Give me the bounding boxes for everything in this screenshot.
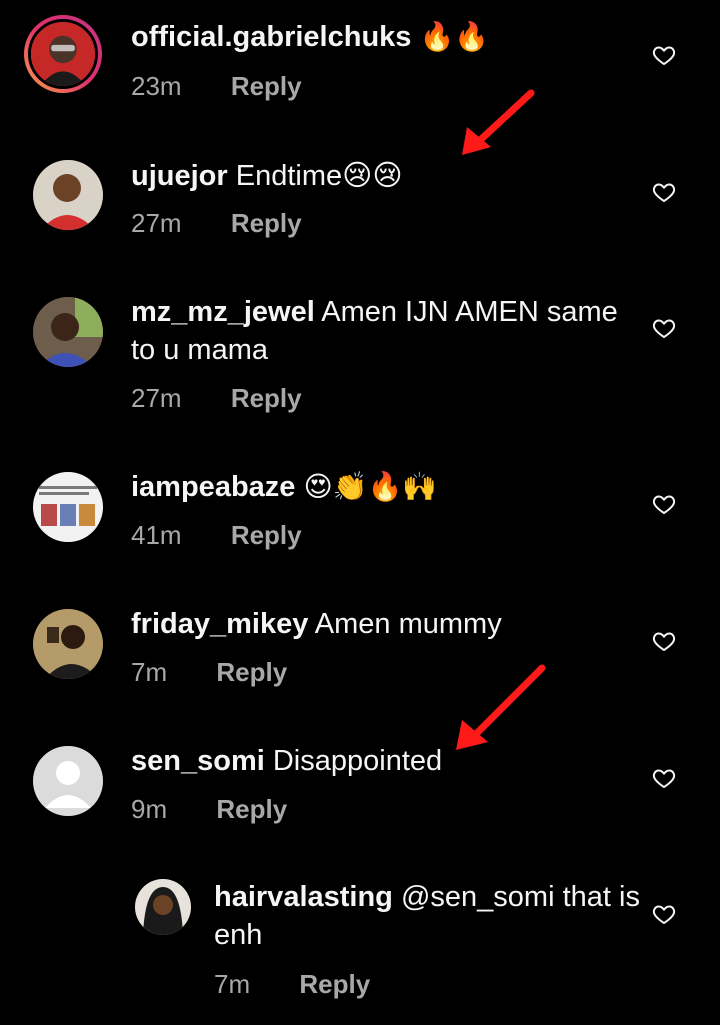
mention-link[interactable]: @sen_somi [401, 881, 555, 913]
comment-text: official.gabrielchuks 🔥🔥 [131, 18, 631, 56]
username-link[interactable]: ujuejor [131, 160, 228, 192]
comment-text: friday_mikey Amen mummy [131, 605, 631, 643]
username-link[interactable]: official.gabrielchuks [131, 21, 411, 53]
comment-meta: 41m Reply [131, 520, 302, 550]
reply-button[interactable]: Reply [231, 71, 302, 101]
comment-meta: 7m Reply [214, 969, 370, 999]
reply-button[interactable]: Reply [231, 208, 302, 238]
comment-body: Endtime😢😢 [235, 160, 403, 192]
username-link[interactable]: mz_mz_jewel [131, 296, 315, 328]
reply-button[interactable]: Reply [299, 969, 370, 999]
comment-body: 😍👏🔥🙌 [303, 471, 438, 502]
timestamp: 23m [131, 71, 182, 101]
heart-icon[interactable] [652, 902, 676, 926]
username-link[interactable]: hairvalasting [214, 881, 393, 913]
avatar[interactable] [33, 472, 103, 542]
red-arrow-icon [456, 664, 546, 750]
timestamp: 41m [131, 520, 182, 550]
comment-text: ujuejor Endtime😢😢 [131, 157, 631, 195]
heart-icon[interactable] [652, 316, 676, 340]
comment-meta: 23m Reply [131, 71, 302, 101]
comment-text: sen_somi Disappointed [131, 742, 631, 780]
comment-meta: 7m Reply [131, 657, 287, 687]
heart-icon[interactable] [652, 766, 676, 790]
comment-meta: 9m Reply [131, 794, 287, 824]
timestamp: 7m [131, 657, 168, 687]
timestamp: 7m [214, 969, 251, 999]
avatar[interactable] [33, 609, 103, 679]
avatar[interactable] [33, 297, 103, 367]
heart-icon[interactable] [652, 492, 676, 516]
heart-icon[interactable] [652, 43, 676, 67]
heart-icon[interactable] [652, 629, 676, 653]
reply-button[interactable]: Reply [231, 383, 302, 413]
reply-button[interactable]: Reply [216, 794, 287, 824]
heart-icon[interactable] [652, 180, 676, 204]
reply-button[interactable]: Reply [216, 657, 287, 687]
username-link[interactable]: iampeabaze [131, 471, 295, 503]
reply-button[interactable]: Reply [231, 520, 302, 550]
comment-body: Disappointed [272, 745, 443, 777]
comment-meta: 27m Reply [131, 383, 302, 413]
avatar[interactable] [24, 15, 102, 93]
timestamp: 27m [131, 383, 182, 413]
timestamp: 9m [131, 794, 168, 824]
red-arrow-icon [462, 89, 535, 155]
username-link[interactable]: sen_somi [131, 745, 265, 777]
avatar[interactable] [33, 160, 103, 230]
timestamp: 27m [131, 208, 182, 238]
comment-text: mz_mz_jewel Amen IJN AMEN same to u mama [131, 293, 631, 369]
comment-body: 🔥🔥 [419, 21, 490, 52]
comment-meta: 27m Reply [131, 208, 302, 238]
username-link[interactable]: friday_mikey [131, 608, 308, 640]
avatar[interactable] [33, 746, 103, 816]
comment-text: hairvalasting @sen_somi that is enh [214, 878, 644, 954]
comment-text: iampeabaze 😍👏🔥🙌 [131, 468, 631, 506]
comment-body: Amen mummy [314, 608, 502, 640]
avatar[interactable] [135, 879, 191, 935]
